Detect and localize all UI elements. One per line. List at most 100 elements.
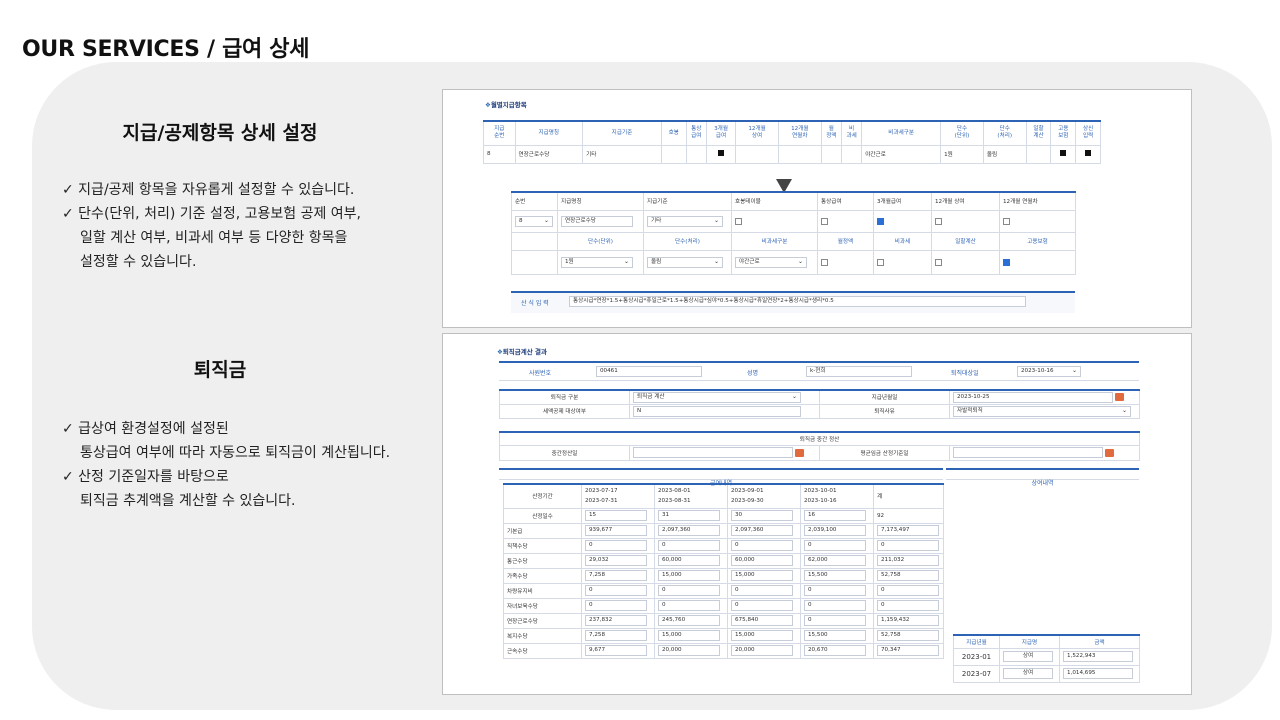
rounding-select[interactable]: 올림 xyxy=(647,256,723,268)
amount-input[interactable]: 15,500 xyxy=(804,570,866,581)
tax-input[interactable]: N xyxy=(633,405,801,417)
column-header: 12개월 연월차 xyxy=(777,120,822,146)
amount-input[interactable]: 20,000 xyxy=(731,645,793,656)
amount-input[interactable]: 7,173,497 xyxy=(877,525,939,536)
twelve-month-bonus-checkbox[interactable] xyxy=(935,217,942,225)
amount-input[interactable]: 52,758 xyxy=(877,570,939,581)
bullet-line: ✓ 산정 기준일자를 바탕으로 xyxy=(62,469,229,485)
form-label: 지급명칭 xyxy=(557,191,644,211)
pay-name-input[interactable]: 연장근로수당 xyxy=(561,215,633,227)
table-row[interactable]: 8 연장근로수당 기타 야간근로 1원 올림 xyxy=(483,144,1101,164)
amount-input[interactable]: 0 xyxy=(731,585,793,596)
calendar-icon[interactable] xyxy=(794,448,804,457)
bullet-line: ✓ 지급/공제 항목을 자유롭게 설정할 수 있습니다. xyxy=(62,182,355,198)
bonus-amount-input[interactable]: 1,522,943 xyxy=(1063,651,1133,662)
bullet-line: 일할 계산 여부, 비과세 여부 등 다양한 항목을 xyxy=(80,230,348,246)
amount-input[interactable]: 2,039,100 xyxy=(804,525,866,536)
ordinary-pay-checkbox[interactable] xyxy=(821,217,828,225)
pay-items-screenshot: 월별지급항목 지급 순번지급명칭지급기준호봉통상 급여3개월 급여12개월 상여… xyxy=(442,89,1192,328)
bullet-line: ✓ 단수(단위, 처리) 기준 설정, 고용보험 공제 여부, xyxy=(62,206,361,222)
amount-input[interactable]: 0 xyxy=(585,540,647,551)
amount-input[interactable]: 7,258 xyxy=(585,570,647,581)
column-header: 3개월 급여 xyxy=(705,120,737,146)
daily-calc-checkbox[interactable] xyxy=(935,258,942,266)
table-cell: 기타 xyxy=(582,144,662,164)
days-input[interactable]: 15 xyxy=(585,510,647,521)
amount-input[interactable]: 62,000 xyxy=(804,555,866,566)
emp-no-input[interactable]: 00461 xyxy=(596,366,702,377)
amount-input[interactable]: 20,670 xyxy=(804,645,866,656)
amount-input[interactable]: 0 xyxy=(585,585,647,596)
amount-input[interactable]: 29,032 xyxy=(585,555,647,566)
amount-input[interactable]: 15,000 xyxy=(658,630,720,641)
amount-input[interactable]: 15,000 xyxy=(658,570,720,581)
amount-input[interactable]: 0 xyxy=(804,585,866,596)
amount-input[interactable]: 0 xyxy=(658,585,720,596)
amount-input[interactable]: 0 xyxy=(658,600,720,611)
formula-input[interactable]: 통상시급*연장*1.5+통상시급*휴일근로*1.5+통상시급*심야*0.5+통상… xyxy=(569,296,1026,307)
amount-input[interactable]: 237,832 xyxy=(585,615,647,626)
amount-input[interactable]: 0 xyxy=(731,540,793,551)
calendar-icon[interactable] xyxy=(1104,448,1114,457)
nontax-type-select[interactable]: 야간근로 xyxy=(735,256,807,268)
amount-input[interactable]: 2,097,360 xyxy=(731,525,793,536)
avg-date-input[interactable] xyxy=(953,447,1103,458)
reason-select[interactable]: 자발적퇴직 xyxy=(953,405,1131,417)
table-cell xyxy=(735,144,779,164)
amount-input[interactable]: 0 xyxy=(877,585,939,596)
amount-input[interactable]: 0 xyxy=(804,600,866,611)
bonus-name-input[interactable]: 상여 xyxy=(1003,668,1053,679)
settings-row: 세액공제 대상여부 N 퇴직사유 자발적퇴직 xyxy=(499,403,1140,419)
amount-input[interactable]: 20,000 xyxy=(658,645,720,656)
bonus-name-input[interactable]: 상여 xyxy=(1003,651,1053,662)
nontax-checkbox[interactable] xyxy=(877,258,884,266)
amount-input[interactable]: 60,000 xyxy=(731,555,793,566)
interim-settlement-table: 퇴직금 중간 정산 중간정산일 평균임금 산정기준일 xyxy=(498,431,1141,461)
days-input[interactable]: 31 xyxy=(658,510,720,521)
amount-input[interactable]: 2,097,360 xyxy=(658,525,720,536)
form-label: 지급기준 xyxy=(643,191,732,211)
bullet-line: 설정할 수 있습니다. xyxy=(80,254,197,270)
interim-date-input[interactable] xyxy=(633,447,793,458)
column-header: 고용 보험 xyxy=(1050,120,1077,146)
amount-input[interactable]: 211,032 xyxy=(877,555,939,566)
calendar-icon[interactable] xyxy=(1114,393,1124,402)
amount-input[interactable]: 7,258 xyxy=(585,630,647,641)
amount-input[interactable]: 9,677 xyxy=(585,645,647,656)
table-cell: 1원 xyxy=(940,144,984,164)
seq-select[interactable]: 8 xyxy=(515,215,553,227)
section-title-pay-items: 지급/공제항목 상세 설정 xyxy=(122,122,318,144)
monthly-fixed-checkbox[interactable] xyxy=(821,258,828,266)
amount-input[interactable]: 1,159,432 xyxy=(877,615,939,626)
amount-input[interactable]: 0 xyxy=(877,600,939,611)
three-month-pay-checkbox[interactable] xyxy=(877,217,884,225)
amount-input[interactable]: 0 xyxy=(658,540,720,551)
grade-table-checkbox[interactable] xyxy=(735,217,742,225)
amount-input[interactable]: 15,000 xyxy=(731,570,793,581)
amount-input[interactable]: 939,677 xyxy=(585,525,647,536)
pay-basis-select[interactable]: 기타 xyxy=(647,215,723,227)
amount-input[interactable]: 60,000 xyxy=(658,555,720,566)
amount-input[interactable]: 15,500 xyxy=(804,630,866,641)
amount-input[interactable]: 0 xyxy=(804,540,866,551)
days-input[interactable]: 16 xyxy=(804,510,866,521)
ret-date-select[interactable]: 2023-10-16 xyxy=(1017,366,1081,377)
amount-input[interactable]: 0 xyxy=(585,600,647,611)
amount-input[interactable]: 675,840 xyxy=(731,615,793,626)
type-select[interactable]: 퇴직금 계산 xyxy=(633,392,801,403)
amount-input[interactable]: 0 xyxy=(731,600,793,611)
name-input[interactable]: k-현희 xyxy=(806,366,912,377)
amount-input[interactable]: 15,000 xyxy=(731,630,793,641)
check-mark xyxy=(705,144,737,164)
unit-select[interactable]: 1원 xyxy=(561,256,633,268)
twelve-month-leave-checkbox[interactable] xyxy=(1003,217,1010,225)
amount-input[interactable]: 245,760 xyxy=(658,615,720,626)
days-input[interactable]: 30 xyxy=(731,510,793,521)
amount-input[interactable]: 0 xyxy=(877,540,939,551)
amount-input[interactable]: 70,347 xyxy=(877,645,939,656)
bonus-amount-input[interactable]: 1,014,695 xyxy=(1063,668,1133,679)
pay-date-input[interactable]: 2023-10-25 xyxy=(953,392,1113,403)
employment-insurance-checkbox[interactable] xyxy=(1003,258,1010,266)
amount-input[interactable]: 0 xyxy=(804,615,866,626)
amount-input[interactable]: 52,758 xyxy=(877,630,939,641)
